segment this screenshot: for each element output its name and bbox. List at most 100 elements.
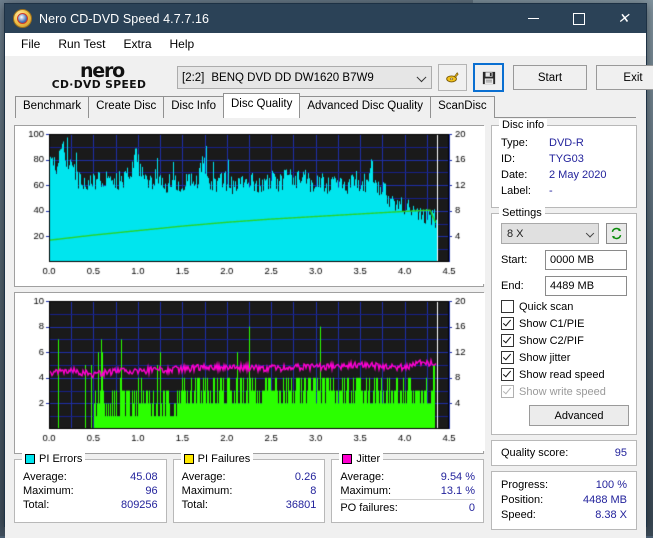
end-field-row: End: 4489 MB [501,276,627,296]
checkbox-box [501,300,514,313]
progress-panel: Progress: 100 % Position: 4488 MB Speed:… [491,471,637,530]
checkbox-label: Show C2/PIF [519,335,584,347]
chevron-down-icon [417,72,427,82]
jitter-average-label: Average: [340,470,384,484]
pi-errors-total-label: Total: [23,498,49,512]
tab-advanced-disc-quality[interactable]: Advanced Disc Quality [299,96,431,118]
end-label: End: [501,280,545,292]
pi-errors-color-swatch [25,454,35,464]
jitter-stats: Jitter Average: 9.54 % Maximum: 13.1 % P… [331,459,484,523]
pi-failures-color-swatch [184,454,194,464]
maximize-button[interactable] [556,4,601,33]
speed-status-label: Speed: [501,508,536,523]
pi-errors-maximum-label: Maximum: [23,484,74,498]
disc-type-value: DVD-R [549,135,584,151]
tab-disc-quality[interactable]: Disc Quality [223,93,300,118]
checkbox-quick-scan[interactable]: Quick scan [501,300,627,313]
window-controls: ✕ [511,4,646,33]
nero-logo: nero CD·DVD SPEED [13,64,173,91]
disc-date-label: Date: [501,167,549,183]
checkbox-show-write-speed: Show write speed [501,385,627,398]
jitter-maximum-value: 13.1 % [441,484,475,498]
disc-id-value: TYG03 [549,151,584,167]
checkbox-label: Quick scan [519,301,573,313]
tab-create-disc[interactable]: Create Disc [88,96,164,118]
exit-button[interactable]: Exit [596,65,653,90]
disc-info-panel: Disc info Type: DVD-R ID: TYG03 Date: 2 … [491,125,637,208]
speed-status-value: 8.38 X [595,508,627,523]
end-input[interactable]: 4489 MB [545,276,627,296]
disc-date-row: Date: 2 May 2020 [501,167,627,183]
drive-select[interactable]: [2:2] BENQ DVD DD DW1620 B7W9 [177,66,432,89]
tab-bar: Benchmark Create Disc Disc Info Disc Qua… [5,99,646,118]
quality-score-label: Quality score: [501,447,568,459]
disc-type-row: Type: DVD-R [501,135,627,151]
quality-score-value: 95 [615,447,627,459]
pi-failures-average-row: Average: 0.26 [182,470,317,484]
disc-label-row: Label: - [501,183,627,199]
speed-row-status: Speed: 8.38 X [501,508,627,523]
jitter-legend-label: Jitter [356,453,380,465]
pi-errors-maximum-value: 96 [145,484,157,498]
progress-row: Progress: 100 % [501,478,627,493]
charts-column: PI Errors Average: 45.08 Maximum: 96 Tot… [14,125,484,530]
pi-failures-total-row: Total: 36801 [182,498,317,512]
pi-failures-maximum-row: Maximum: 8 [182,484,317,498]
jitter-legend: Jitter [339,453,383,465]
jitter-maximum-label: Maximum: [340,484,391,498]
checkbox-show-jitter[interactable]: Show jitter [501,351,627,364]
title-bar: Nero CD-DVD Speed 4.7.7.16 ✕ [5,4,646,33]
pi-errors-legend: PI Errors [22,453,85,465]
maximize-icon [573,13,585,25]
speed-value: 8 X [507,228,524,240]
disc-label-value: - [549,183,553,199]
pi-failures-maximum-value: 8 [310,484,316,498]
jitter-average-row: Average: 9.54 % [340,470,475,484]
disc-id-row: ID: TYG03 [501,151,627,167]
window-title: Nero CD-DVD Speed 4.7.7.16 [39,12,209,26]
drive-index: [2:2] [182,72,204,84]
pi-failures-canvas [15,293,485,451]
pi-failures-chart [14,292,484,454]
checkbox-show-c1-pie[interactable]: Show C1/PIE [501,317,627,330]
refresh-button[interactable] [606,223,627,244]
pi-errors-average-value: 45.08 [130,470,158,484]
tab-disc-info[interactable]: Disc Info [163,96,224,118]
checkbox-show-c2-pif[interactable]: Show C2/PIF [501,334,627,347]
eject-button[interactable] [438,64,467,91]
start-button[interactable]: Start [513,65,587,90]
pi-errors-maximum-row: Maximum: 96 [23,484,158,498]
menu-item-run-test[interactable]: Run Test [49,35,114,53]
pi-errors-canvas [15,126,485,284]
eject-disc-icon [445,70,460,85]
start-field-row: Start: 0000 MB [501,250,627,270]
position-row: Position: 4488 MB [501,493,627,508]
tab-scandisc[interactable]: ScanDisc [430,96,495,118]
tab-benchmark[interactable]: Benchmark [15,96,89,118]
start-input[interactable]: 0000 MB [545,250,627,270]
checkbox-label: Show jitter [519,352,570,364]
pi-errors-stats: PI Errors Average: 45.08 Maximum: 96 Tot… [14,459,167,523]
checkbox-box [501,317,514,330]
close-icon: ✕ [618,11,630,25]
disc-label-label: Label: [501,183,549,199]
tab-content-disc-quality: PI Errors Average: 45.08 Maximum: 96 Tot… [5,118,646,538]
close-button[interactable]: ✕ [601,4,646,33]
save-button[interactable] [473,63,504,92]
drive-name: BENQ DVD DD DW1620 B7W9 [211,72,373,84]
nero-app-icon [13,9,32,28]
position-label: Position: [501,493,543,508]
statistics-row: PI Errors Average: 45.08 Maximum: 96 Tot… [14,459,484,523]
speed-select[interactable]: 8 X [501,223,599,244]
menu-item-extra[interactable]: Extra [114,35,160,53]
menu-item-help[interactable]: Help [161,35,204,53]
pi-errors-average-label: Average: [23,470,67,484]
checkbox-label: Show C1/PIE [519,318,584,330]
quality-score-row: Quality score: 95 [501,447,627,459]
pi-failures-total-value: 36801 [286,498,317,512]
minimize-button[interactable] [511,4,556,33]
checkbox-show-read-speed[interactable]: Show read speed [501,368,627,381]
menu-item-file[interactable]: File [12,35,49,53]
advanced-button[interactable]: Advanced [529,405,629,426]
checkbox-box [501,385,514,398]
